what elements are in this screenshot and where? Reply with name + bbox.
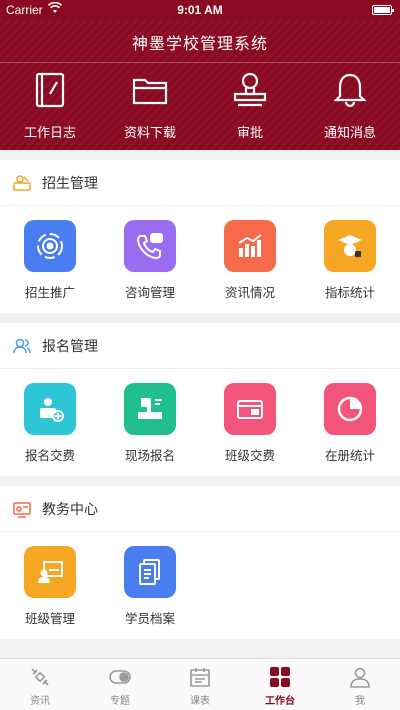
tile (124, 546, 176, 598)
section-header: 招生管理 (0, 160, 400, 206)
quick-action-label: 资料下载 (123, 126, 176, 141)
header: 神墨学校管理系统 工作日志 资料下载 审批 通知消息 (0, 20, 400, 150)
grid-item-label: 班级管理 (24, 611, 75, 626)
satellite-icon (31, 668, 49, 686)
grid-item-promotion[interactable]: 招生推广 (0, 220, 100, 301)
quick-action-approval[interactable]: 审批 (200, 70, 300, 141)
graduate-icon (338, 235, 362, 257)
header-divider (0, 62, 400, 63)
grid-item-enrolled-stats[interactable]: 在册统计 (300, 383, 400, 464)
grid-item-register-pay[interactable]: 报名交费 (0, 383, 100, 464)
card-icon (237, 400, 263, 419)
folder-icon (132, 78, 168, 105)
grid-item-label: 资讯情况 (224, 285, 275, 300)
tab-me[interactable]: 我 (320, 659, 400, 710)
tab-label: 资讯 (30, 696, 50, 707)
stamp-icon (233, 72, 267, 107)
documents-icon (139, 559, 160, 585)
tab-label: 课表 (190, 696, 210, 707)
grid-item-label: 咨询管理 (124, 285, 175, 300)
onsite-register-icon (138, 398, 162, 419)
grid-icon (270, 667, 290, 687)
tab-workbench[interactable]: 工作台 (240, 659, 320, 710)
bar-chart-icon (238, 234, 262, 257)
tile (224, 220, 276, 272)
grid-item-student-records[interactable]: 学员档案 (100, 546, 200, 627)
grid-item-label: 报名交费 (24, 448, 75, 463)
quick-action-work-log[interactable]: 工作日志 (0, 70, 100, 141)
tile (124, 383, 176, 435)
notebook-icon (35, 72, 65, 108)
section-grid: 班级管理 学员档案 (0, 532, 400, 627)
section-academic: 教务中心 班级管理 学员档案 (0, 486, 400, 639)
classroom-icon (38, 561, 63, 583)
section-title: 报名管理 (42, 338, 98, 355)
section-enrollment: 招生管理 招生推广 咨询管理 资讯情况 指标统计 (0, 160, 400, 313)
tab-schedule[interactable]: 课表 (160, 659, 240, 710)
quick-action-downloads[interactable]: 资料下载 (100, 70, 200, 141)
tab-label: 工作台 (265, 696, 295, 707)
tab-bar: 资讯 专题 课表 工作台 我 (0, 658, 400, 710)
grid-item-label: 招生推广 (24, 285, 75, 300)
tile (324, 383, 376, 435)
tile (224, 383, 276, 435)
quick-action-label: 工作日志 (23, 126, 76, 141)
toggle-icon (109, 670, 131, 684)
register-pay-icon (40, 398, 64, 422)
grid-item-indicator-stats[interactable]: 指标统计 (300, 220, 400, 301)
pie-chart-icon (337, 396, 363, 422)
grid-item-class-pay[interactable]: 班级交费 (200, 383, 300, 464)
section-header: 报名管理 (0, 323, 400, 369)
tile (324, 220, 376, 272)
section-header: 教务中心 (0, 486, 400, 532)
quick-action-notifications[interactable]: 通知消息 (300, 70, 400, 141)
grid-item-label: 现场报名 (124, 448, 175, 463)
quick-action-label: 审批 (236, 126, 263, 141)
calendar-icon (190, 668, 210, 687)
person-icon (350, 667, 370, 688)
grid-item-label: 班级交费 (224, 448, 275, 463)
target-icon (37, 233, 63, 259)
grid-item-onsite-register[interactable]: 现场报名 (100, 383, 200, 464)
section-registration: 报名管理 报名交费 现场报名 班级交费 在册统计 (0, 323, 400, 476)
tile (124, 220, 176, 272)
grid-item-info-status[interactable]: 资讯情况 (200, 220, 300, 301)
tile (24, 220, 76, 272)
grid-item-consultation[interactable]: 咨询管理 (100, 220, 200, 301)
status-bar: Carrier 9:01 AM (0, 0, 400, 20)
academic-icon (13, 501, 31, 518)
app-title: 神墨学校管理系统 (131, 34, 268, 53)
quick-actions: 工作日志 资料下载 审批 通知消息 (0, 70, 400, 141)
grid-item-class-management[interactable]: 班级管理 (0, 546, 100, 627)
battery-icon (372, 5, 394, 15)
tile (24, 546, 76, 598)
tile (24, 383, 76, 435)
bell-icon (333, 73, 367, 108)
quick-action-label: 通知消息 (323, 126, 376, 141)
tab-label: 我 (355, 696, 365, 707)
grid-item-label: 学员档案 (124, 611, 175, 626)
section-grid: 招生推广 咨询管理 资讯情况 指标统计 (0, 206, 400, 301)
section-title: 教务中心 (42, 501, 98, 518)
grid-item-label: 在册统计 (324, 448, 375, 463)
section-grid: 报名交费 现场报名 班级交费 在册统计 (0, 369, 400, 464)
phone-chat-icon (136, 233, 163, 260)
section-title: 招生管理 (42, 175, 98, 192)
tab-topics[interactable]: 专题 (80, 659, 160, 710)
enrollment-icon (13, 174, 31, 191)
clock: 9:01 AM (177, 3, 223, 17)
tab-news[interactable]: 资讯 (0, 659, 80, 710)
grid-item-label: 指标统计 (324, 285, 375, 300)
users-icon (13, 338, 31, 353)
tab-label: 专题 (110, 696, 130, 707)
